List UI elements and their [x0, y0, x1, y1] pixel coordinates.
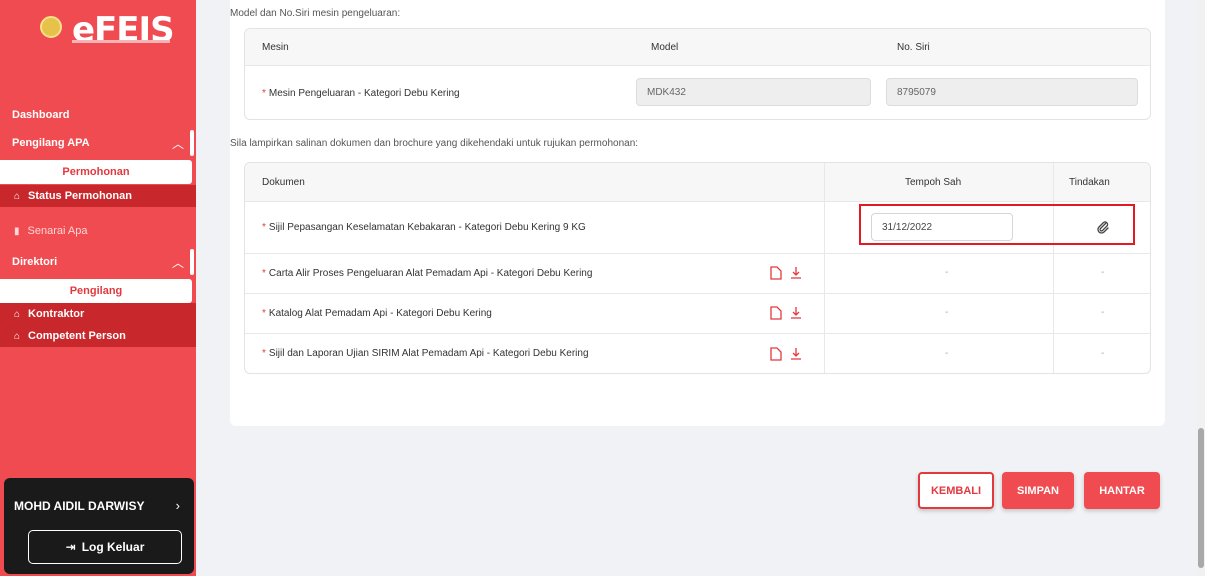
table-row: * Carta Alir Proses Pengeluaran Alat Pem…: [262, 253, 592, 293]
file-icon[interactable]: [770, 306, 782, 320]
machine-label: Mesin Pengeluaran - Kategori Debu Kering: [268, 87, 460, 99]
document-label: Katalog Alat Pemadam Api - Kategori Debu…: [268, 307, 492, 319]
machine-caption: Model dan No.Siri mesin pengeluaran:: [230, 8, 401, 19]
table-row: * Sijil dan Laporan Ujian SIRIM Alat Pem…: [262, 333, 589, 373]
sidebar-group-direktori[interactable]: Direktori ︿: [0, 249, 196, 275]
download-icon[interactable]: [790, 306, 802, 320]
column-divider: [1053, 163, 1054, 373]
machine-row-label: * Mesin Pengeluaran - Kategori Debu Keri…: [262, 65, 460, 119]
logo-text: eFEIS: [72, 10, 175, 50]
model-field[interactable]: MDK432: [636, 78, 871, 106]
table-header: [245, 163, 1150, 201]
required-marker: *: [262, 307, 266, 319]
group-indicator: [190, 249, 194, 275]
serial-field[interactable]: 8795079: [886, 78, 1138, 106]
sidebar-item-label: Senarai Apa: [27, 225, 88, 237]
emblem-icon: [40, 16, 62, 38]
sidebar-item-label: Permohonan: [62, 166, 130, 178]
simpan-button[interactable]: SIMPAN: [1002, 472, 1074, 509]
home-icon: ⌂: [14, 308, 21, 320]
documents-caption: Sila lampirkan salinan dokumen dan broch…: [230, 138, 639, 149]
file-icon[interactable]: [770, 347, 782, 361]
chevron-up-icon: ︿: [171, 137, 184, 151]
download-icon[interactable]: [790, 347, 802, 361]
file-icon[interactable]: [770, 266, 782, 280]
sidebar-item-pengilang[interactable]: Pengilang: [0, 279, 192, 303]
sidebar-item-label: Pengilang: [69, 285, 123, 297]
table-row: * Katalog Alat Pemadam Api - Kategori De…: [262, 293, 492, 333]
tindakan-value: -: [1101, 307, 1105, 318]
home-icon: ⌂: [14, 190, 21, 202]
user-panel: MOHD AIDIL DARWISY › ⇥ Log Keluar: [4, 478, 194, 574]
sidebar-item-kontraktor[interactable]: ⌂ Kontraktor: [0, 303, 196, 325]
home-icon: ⌂: [14, 330, 21, 342]
header-model: Model: [651, 41, 679, 53]
sidebar-item-label: Kontraktor: [28, 308, 85, 320]
sidebar-item-dashboard[interactable]: Dashboard: [0, 104, 196, 126]
tempoh-value: -: [945, 307, 949, 318]
form-card: Model dan No.Siri mesin pengeluaran: Mes…: [230, 0, 1165, 426]
document-label: Sijil Pepasangan Keselamatan Kebakaran -…: [268, 221, 586, 233]
documents-table: Dokumen Tempoh Sah Tindakan * Sijil Pepa…: [244, 162, 1151, 374]
group-indicator: [190, 130, 194, 156]
hantar-button[interactable]: HANTAR: [1084, 472, 1160, 509]
tempoh-value: -: [945, 267, 949, 278]
logout-label: Log Keluar: [81, 540, 145, 554]
sidebar-group-pengilang-apa[interactable]: Pengilang APA ︿: [0, 130, 196, 156]
sidebar: eFEIS Dashboard Pengilang APA ︿ Permohon…: [0, 0, 196, 576]
user-name[interactable]: MOHD AIDIL DARWISY: [14, 499, 144, 513]
logout-icon: ⇥: [65, 540, 76, 554]
logout-button[interactable]: ⇥ Log Keluar: [28, 530, 182, 564]
header-tempoh-sah: Tempoh Sah: [905, 176, 962, 188]
sidebar-item-competent-person[interactable]: ⌂ Competent Person: [0, 325, 196, 347]
header-dokumen: Dokumen: [262, 176, 305, 188]
tempoh-value: -: [945, 348, 949, 359]
chevron-right-icon[interactable]: ›: [176, 498, 180, 513]
bookmark-icon: ▮: [14, 225, 20, 237]
sidebar-group-label: Direktori: [12, 256, 58, 268]
kembali-button[interactable]: KEMBALI: [918, 472, 994, 509]
required-marker: *: [262, 87, 266, 99]
sidebar-item-label: Competent Person: [28, 330, 126, 342]
annotation-highlight: [859, 204, 1135, 245]
download-icon[interactable]: [790, 266, 802, 280]
document-label: Carta Alir Proses Pengeluaran Alat Pemad…: [268, 267, 593, 279]
required-marker: *: [262, 348, 266, 359]
sidebar-item-senarai-apa[interactable]: ▮ Senarai Apa: [0, 220, 196, 242]
scrollbar-thumb[interactable]: [1198, 428, 1204, 568]
machine-table: Mesin Model No. Siri * Mesin Pengeluaran…: [244, 28, 1151, 120]
required-marker: *: [262, 221, 266, 233]
document-label: Sijil dan Laporan Ujian SIRIM Alat Pemad…: [268, 348, 589, 359]
header-tindakan: Tindakan: [1069, 176, 1110, 188]
table-row: * Sijil Pepasangan Keselamatan Kebakaran…: [262, 201, 586, 253]
logo-tagline: [72, 40, 170, 43]
sidebar-item-label: Status Permohonan: [28, 190, 132, 202]
column-divider: [824, 163, 825, 373]
sidebar-item-status-permohonan[interactable]: ⌂ Status Permohonan: [0, 185, 196, 207]
header-mesin: Mesin: [262, 41, 289, 53]
sidebar-item-permohonan[interactable]: Permohonan: [0, 160, 192, 184]
scrollbar[interactable]: [1197, 0, 1205, 576]
chevron-up-icon: ︿: [171, 256, 184, 270]
logo: eFEIS: [0, 0, 196, 68]
required-marker: *: [262, 267, 266, 279]
sidebar-item-label: Dashboard: [12, 109, 70, 121]
header-no-siri: No. Siri: [897, 41, 930, 53]
table-header: [245, 29, 1150, 65]
tindakan-value: -: [1101, 267, 1105, 278]
sidebar-group-label: Pengilang APA: [12, 137, 90, 149]
tindakan-value: -: [1101, 348, 1105, 359]
